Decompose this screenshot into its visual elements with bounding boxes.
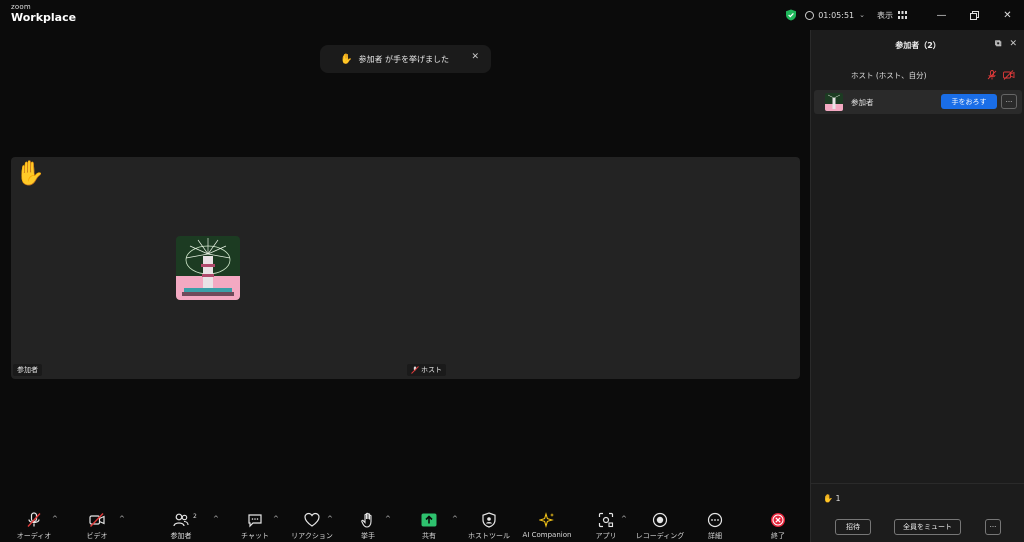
invite-button[interactable]: 招待 [835, 519, 871, 535]
chat-icon [248, 514, 262, 528]
recording-button[interactable]: レコーディング [634, 506, 686, 542]
mute-all-button[interactable]: 全員をミュート [894, 519, 961, 535]
participant-more-button[interactable]: ··· [1001, 94, 1017, 109]
record-icon [652, 512, 668, 528]
end-label: 終了 [771, 532, 785, 540]
participant-row-label: 参加者 [851, 98, 874, 107]
reactions-label: リアクション [291, 532, 333, 540]
encryption-shield-icon[interactable] [785, 9, 797, 21]
participants-panel-footer: ✋ 1 招待 全員をミュート ··· [811, 483, 1024, 542]
share-button[interactable]: 共有 [413, 506, 445, 542]
recording-label: レコーディング [635, 532, 685, 540]
mic-muted-icon [987, 70, 997, 80]
hand-icon [361, 512, 372, 528]
participant-row-attendee[interactable]: 参加者 手をおろす ··· [814, 90, 1022, 114]
video-off-icon [89, 513, 105, 527]
raised-hand-icon: ✋ [823, 494, 833, 503]
audio-label: オーディオ [16, 532, 52, 540]
participants-icon [173, 513, 189, 527]
mic-muted-icon [411, 366, 419, 374]
video-gallery-panel: ✋ 参加者 ホスト [11, 157, 800, 379]
share-options-caret[interactable]: ^ [452, 515, 458, 523]
chat-label: チャット [241, 532, 269, 540]
participants-label: 参加者 [170, 532, 192, 540]
view-button[interactable]: 表示 [877, 10, 907, 21]
host-row-label: ホスト (ホスト、自分) [851, 71, 927, 80]
heart-icon [304, 512, 320, 527]
participants-options-caret[interactable]: ^ [213, 515, 219, 523]
raised-hand-icon: ✋ [340, 53, 353, 65]
host-name: ホスト [421, 366, 442, 374]
pop-out-icon[interactable]: ⧉ [995, 39, 1001, 49]
host-tools-label: ホストツール [468, 532, 510, 540]
chat-button[interactable]: チャット [238, 506, 272, 542]
participants-panel-header: 参加者（2） ⧉ ✕ [811, 30, 1024, 60]
zoom-meeting-window: zoom Workplace 01:05:51 ⌄ 表示 — ✕ ✋ 参加者 が… [0, 0, 1024, 542]
participant-name: 参加者 [17, 366, 38, 374]
participant-row-host[interactable]: ホスト (ホスト、自分) [811, 64, 1024, 86]
raise-hand-notification: ✋ 参加者 が手を挙げました ✕ [320, 45, 491, 73]
product-name: Workplace [11, 11, 77, 24]
meeting-toolbar: オーディオ ^ ビデオ ^ 参加者 2 ^ チャット ^ リアクション ^ 挙手… [0, 506, 810, 542]
video-options-caret[interactable]: ^ [119, 515, 125, 523]
apps-options-caret[interactable]: ^ [621, 515, 627, 523]
close-panel-icon[interactable]: ✕ [1009, 39, 1017, 49]
raise-hand-button[interactable]: 挙手 [352, 506, 384, 542]
more-button[interactable]: 詳細 [699, 506, 731, 542]
apps-button[interactable]: アプリ [590, 506, 622, 542]
notification-text: 参加者 が手を挙げました [358, 54, 449, 64]
end-close-icon [771, 513, 785, 527]
participant-name-tag: 参加者 [13, 364, 42, 376]
shield-icon [482, 512, 496, 528]
participants-count-badge: 2 [193, 513, 197, 520]
minimize-button[interactable]: — [925, 0, 958, 30]
clock-icon [805, 10, 815, 20]
chevron-down-icon: ⌄ [859, 11, 865, 19]
meeting-timer[interactable]: 01:05:51 ⌄ [805, 10, 865, 20]
share-label: 共有 [422, 532, 436, 540]
close-window-button[interactable]: ✕ [991, 0, 1024, 30]
panel-more-button[interactable]: ··· [985, 519, 1001, 535]
raised-hand-count-value: 1 [835, 494, 841, 503]
mic-muted-icon [27, 512, 41, 527]
end-meeting-button[interactable]: 終了 [762, 506, 794, 542]
host-tools-button[interactable]: ホストツール [466, 506, 512, 542]
view-label: 表示 [877, 10, 893, 20]
apps-label: アプリ [595, 532, 617, 540]
brand-name: zoom [11, 3, 31, 11]
grid-view-icon [898, 11, 907, 19]
video-label: ビデオ [86, 532, 108, 540]
video-button[interactable]: ビデオ [80, 506, 114, 542]
ai-companion-button[interactable]: AI Companion [518, 506, 576, 542]
raised-hand-icon: ✋ [15, 159, 45, 187]
video-off-icon [1003, 70, 1015, 80]
chat-options-caret[interactable]: ^ [273, 515, 279, 523]
ai-companion-label: AI Companion [522, 531, 572, 539]
raise-hand-options-caret[interactable]: ^ [385, 515, 391, 523]
reactions-options-caret[interactable]: ^ [327, 515, 333, 523]
host-name-tag: ホスト [407, 364, 446, 376]
app-logo: zoom Workplace [11, 3, 77, 24]
more-dots-icon [707, 512, 723, 528]
sparkle-icon [539, 512, 554, 528]
reactions-button[interactable]: リアクション [290, 506, 334, 542]
more-label: 詳細 [708, 532, 722, 540]
audio-options-caret[interactable]: ^ [52, 515, 58, 523]
close-notification-icon[interactable]: ✕ [471, 52, 479, 62]
raise-hand-label: 挙手 [361, 532, 375, 540]
raised-hand-count: ✋ 1 [823, 494, 841, 503]
participants-panel: 参加者（2） ⧉ ✕ ホスト (ホスト、自分) 参加者 手をおろす ··· ✋ … [810, 30, 1024, 542]
restore-icon [970, 10, 979, 20]
participants-panel-title: 参加者（2） [895, 40, 941, 50]
restore-button[interactable] [958, 0, 991, 30]
timer-value: 01:05:51 [818, 10, 855, 20]
participant-avatar [176, 236, 240, 300]
participants-button[interactable]: 参加者 [164, 506, 198, 542]
title-bar: zoom Workplace 01:05:51 ⌄ 表示 — ✕ [0, 0, 1024, 30]
lower-hand-button[interactable]: 手をおろす [941, 94, 997, 109]
share-arrow-icon [421, 513, 437, 527]
apps-icon [598, 512, 614, 528]
audio-button[interactable]: オーディオ [14, 506, 54, 542]
participant-avatar [825, 93, 843, 111]
